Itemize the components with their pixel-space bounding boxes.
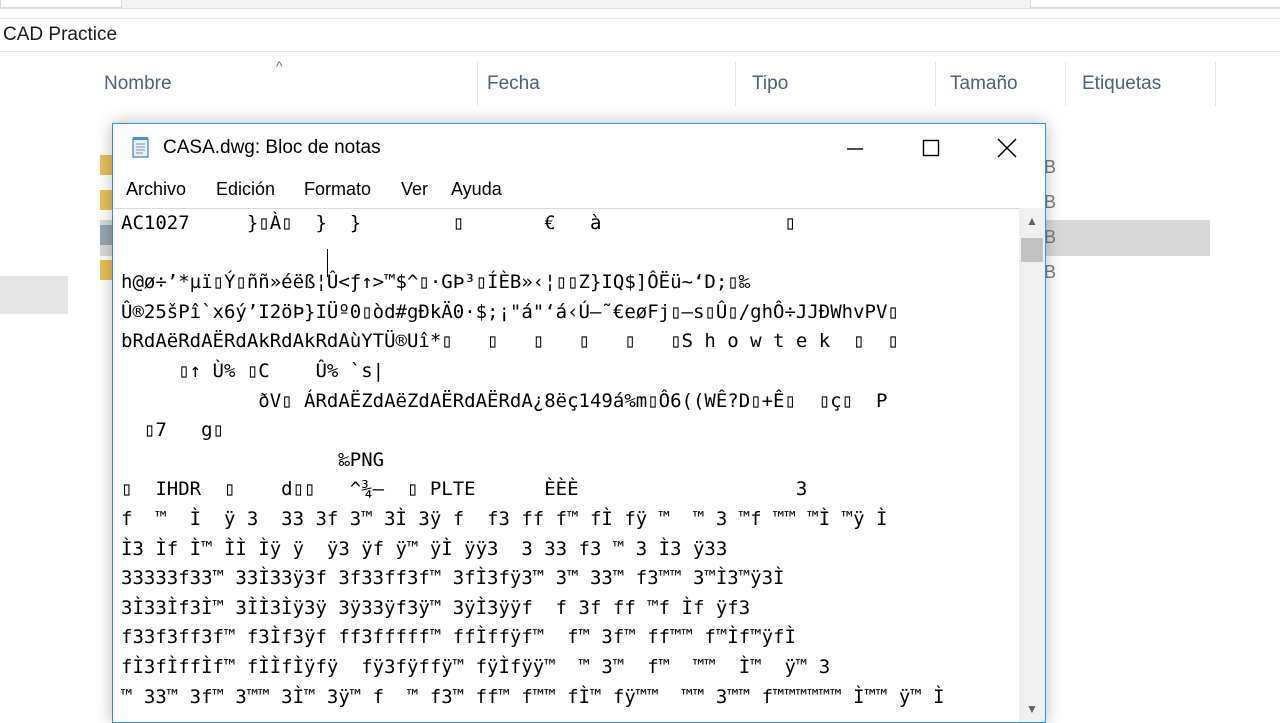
explorer-ribbon-strip xyxy=(0,0,1280,9)
chevron-up-icon: ▲ xyxy=(1026,214,1038,228)
text-editor-area[interactable]: AC1027 }▯À▯ } } ▯ € à ▯ h@ø÷’*µï▯Ý▯ññ»éë… xyxy=(113,208,1019,723)
maximize-icon xyxy=(922,139,940,157)
ribbon-tab-fragment xyxy=(0,0,122,8)
column-header-tipo[interactable]: Tipo xyxy=(736,62,936,106)
menu-formato[interactable]: Formato xyxy=(304,179,371,200)
minimize-icon xyxy=(847,148,863,150)
close-button[interactable] xyxy=(969,124,1045,172)
file-icon xyxy=(100,190,112,210)
title-bar[interactable]: CASA.dwg: Bloc de notas xyxy=(113,124,1045,172)
file-icon xyxy=(100,260,112,280)
text-line: Ì3 Ìf Ì™ ÌÌ Ìÿ ÿ ÿ3 ÿf ÿ™ ÿÌ ÿÿ3 3 33 f3… xyxy=(121,537,728,560)
text-line: f33f3ff3f™ f3Ìf3ÿf ff3fffff™ ffÌffÿf™ f™… xyxy=(121,626,796,649)
column-label: Tipo xyxy=(752,73,789,94)
window-title: CASA.dwg: Bloc de notas xyxy=(163,137,381,158)
column-label: Etiquetas xyxy=(1082,73,1162,94)
column-header-nombre[interactable]: Nombre xyxy=(88,62,478,106)
vertical-scrollbar[interactable]: ▲ ▼ xyxy=(1019,208,1045,722)
close-icon xyxy=(997,138,1017,158)
text-line: AC1027 }▯À▯ } } ▯ € à ▯ xyxy=(121,212,796,234)
text-line: f ™ Ì ÿ 3 33 3f 3™ 3Ì 3ÿ f f3 ff f™ fÌ f… xyxy=(121,508,888,530)
menu-edicion[interactable]: Edición xyxy=(216,179,275,200)
text-line: bRdAëRdAËRdAkRdAkRdAùYTÜ®Uî*▯ ▯ ▯ ▯ ▯ ▯S… xyxy=(121,330,899,353)
menu-archivo[interactable]: Archivo xyxy=(126,179,186,200)
text-line: ▯7 g▯ xyxy=(121,419,224,442)
text-line: ▯↑ Ù% ▯C Û% `s| xyxy=(121,360,385,382)
minimize-button[interactable] xyxy=(817,124,893,172)
text-line: ™ 33™ 3f™ 3™™ 3Ì™ 3ÿ™ f ™ f3™ ff™ f™™ fÌ… xyxy=(121,685,945,708)
notepad-icon xyxy=(132,137,149,158)
column-header-tamano[interactable]: Tamaño xyxy=(934,62,1066,106)
text-line: h@ø÷’*µï▯Ý▯ññ»éëß¦Û<ƒ↑>™$^▯·GÞ³▯ÍÈB»‹¦▯▯… xyxy=(121,271,751,294)
scrollbar-thumb[interactable] xyxy=(1021,238,1043,262)
column-label: Fecha xyxy=(487,73,540,94)
scroll-up-button[interactable]: ▲ xyxy=(1019,208,1045,234)
text-line: fÌ3fÌffÌf™ fÌÌfÌÿfÿ fÿ3fÿffÿ™ fÿÌfÿÿ™ ™ … xyxy=(121,656,831,678)
column-header-fecha[interactable]: Fecha xyxy=(471,62,736,106)
address-bar[interactable]: CAD Practice xyxy=(0,18,1280,52)
menu-bar: Archivo Edición Formato Ver Ayuda xyxy=(113,174,1045,206)
menu-ver[interactable]: Ver xyxy=(401,179,428,200)
scroll-down-button[interactable]: ▼ xyxy=(1019,696,1045,722)
menu-ayuda[interactable]: Ayuda xyxy=(451,179,502,200)
text-line: ‰PNG xyxy=(121,448,385,471)
column-header-row: Nombre ^ Fecha Tipo Tamaño Etiquetas xyxy=(88,58,1228,106)
search-box-fragment xyxy=(1030,0,1280,8)
text-line: ðV▯ ÁRdAËZdAëZdAËRdAËRdA¿8ëç149á%m▯Ô6((W… xyxy=(121,389,888,412)
text-line: ▯ IHDR ▯ d▯▯ ^¾– ▯ PLTE ÈÈÈ 3 xyxy=(121,478,808,501)
sort-ascending-icon: ^ xyxy=(276,58,283,74)
column-label: Tamaño xyxy=(950,73,1018,94)
text-line: Û®25šPî`x6ý’I2öÞ}IÜº0▯òd#gÐkÄ0·$;¡"á"‘á‹… xyxy=(121,300,899,323)
chevron-down-icon: ▼ xyxy=(1026,702,1038,716)
column-label: Nombre xyxy=(104,73,172,94)
maximize-button[interactable] xyxy=(893,124,969,172)
file-icon xyxy=(100,155,112,175)
notepad-window[interactable]: CASA.dwg: Bloc de notas Archivo Edición … xyxy=(112,123,1046,723)
file-icon xyxy=(100,225,112,245)
breadcrumb-folder[interactable]: CAD Practice xyxy=(3,24,117,46)
nav-pane-selected-item[interactable] xyxy=(0,276,68,314)
text-line: 33333f33™ 33Ì33ÿ3f 3f33ff3f™ 3fÌ3fÿ3™ 3™… xyxy=(121,567,785,590)
column-header-etiquetas[interactable]: Etiquetas xyxy=(1066,62,1216,106)
text-line: 3Ì33Ìf3Ì™ 3ÌÌ3Ìÿ3ÿ 3ÿ33ÿf3ÿ™ 3ÿÌ3ÿÿf f 3… xyxy=(121,596,751,619)
text-cursor-icon xyxy=(327,249,330,277)
